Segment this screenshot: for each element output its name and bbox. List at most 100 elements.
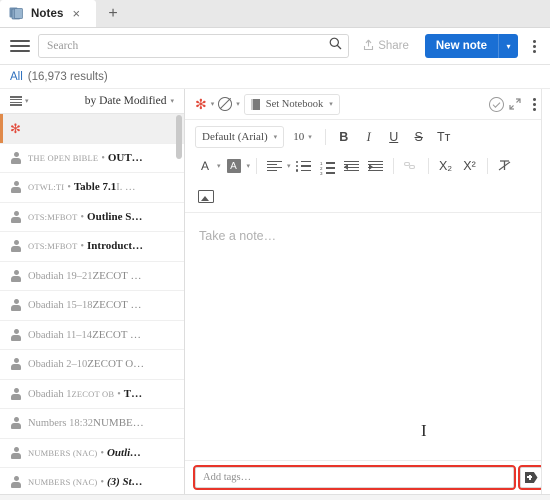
list-item[interactable]: Obadiah 15–18 ZECOT … xyxy=(0,291,184,321)
new-tab-button[interactable]: + xyxy=(96,0,130,27)
list-item[interactable]: Numbers 18:32 NUMBE… xyxy=(0,409,184,439)
text-color-button[interactable]: A xyxy=(195,156,215,176)
align-left-icon[interactable] xyxy=(263,155,285,177)
add-tag-icon xyxy=(524,472,538,483)
resource-avatar-icon xyxy=(10,387,22,400)
superscript-button[interactable]: X² xyxy=(459,155,481,177)
list-item-title: Outline S… xyxy=(87,210,143,223)
note-list[interactable]: ✻ THE OPEN BIBLE • OUT… OTWL:TI • Table 7.1 I.… xyxy=(0,114,184,494)
list-item-title: Table 7.1 xyxy=(73,181,117,194)
notebook-icon xyxy=(250,98,260,110)
chevron-down-icon[interactable]: ▾ xyxy=(217,162,221,170)
hamburger-icon[interactable] xyxy=(10,38,30,54)
tab-label: Notes xyxy=(31,7,64,20)
chevron-down-icon[interactable]: ▾ xyxy=(498,34,518,58)
text-color-letter: A xyxy=(200,159,209,173)
set-notebook-button[interactable]: Set Notebook ▾ xyxy=(243,93,340,115)
new-note-button[interactable]: New note ▾ xyxy=(424,34,518,58)
list-item[interactable]: ✻ xyxy=(0,114,184,144)
right-edge-strip xyxy=(541,89,550,494)
star-flag-icon[interactable]: ✻ xyxy=(195,97,207,111)
add-tag-button[interactable] xyxy=(518,465,544,490)
font-size-selector[interactable]: 10 ▾ xyxy=(287,126,318,148)
clear-formatting-icon[interactable] xyxy=(494,155,516,177)
tab-notes[interactable]: Notes × xyxy=(0,0,96,27)
close-icon[interactable]: × xyxy=(70,7,82,20)
list-item-text: Obadiah 11–14 ZECOT … xyxy=(28,329,141,341)
results-bar: All (16,973 results) xyxy=(0,65,550,89)
list-item-source: Obadiah 15–18 xyxy=(28,300,93,312)
bulleted-list-icon[interactable] xyxy=(293,155,315,177)
list-item-title: Introduct… xyxy=(87,240,144,253)
chevron-down-icon: ▾ xyxy=(273,133,278,141)
divider xyxy=(392,158,394,174)
increase-indent-icon[interactable] xyxy=(365,155,387,177)
list-item-suffix: I. … xyxy=(116,182,136,194)
divider xyxy=(324,129,326,145)
list-item[interactable]: OTWL:TI • Table 7.1 I. … xyxy=(0,173,184,203)
list-item-separator: • xyxy=(80,241,85,253)
highlight-letter: A xyxy=(226,159,241,173)
chevron-down-icon: ▾ xyxy=(170,97,174,105)
tags-bar xyxy=(185,460,550,494)
list-item[interactable]: Obadiah 11–14 ZECOT … xyxy=(0,321,184,350)
list-item-text: NUMBERS (NAC) • Outli… xyxy=(28,447,141,459)
list-item[interactable]: Obadiah 2–10 ZECOT O… xyxy=(0,350,184,380)
no-entry-icon[interactable] xyxy=(218,97,233,111)
list-scrollbar-thumb[interactable] xyxy=(176,115,182,159)
list-view-icon[interactable]: ▾ xyxy=(10,96,29,106)
check-circle-icon[interactable] xyxy=(489,96,504,112)
numbered-list-icon[interactable]: 123 xyxy=(317,155,339,177)
list-item[interactable]: OTS:MFBOT • Introduct… xyxy=(0,232,184,262)
kebab-menu-icon[interactable] xyxy=(526,39,542,53)
chevron-down-icon[interactable]: ▾ xyxy=(211,100,215,108)
list-item-title: T… xyxy=(123,387,143,400)
list-item-source: THE OPEN BIBLE xyxy=(28,152,99,163)
list-item-source: NUMBERS (NAC) xyxy=(28,447,98,458)
list-item-title: NUMBE… xyxy=(93,417,144,430)
underline-button[interactable]: U xyxy=(383,126,405,148)
bold-button[interactable]: B xyxy=(333,126,355,148)
share-button[interactable]: Share xyxy=(357,36,417,57)
search-box[interactable] xyxy=(38,34,350,58)
chevron-down-icon[interactable]: ▾ xyxy=(287,162,291,170)
note-placeholder: Take a note… xyxy=(199,229,277,243)
list-item-text: THE OPEN BIBLE • OUT… xyxy=(28,152,143,164)
list-header: ▾ by Date Modified ▾ xyxy=(0,89,184,114)
decrease-indent-icon[interactable] xyxy=(341,155,363,177)
clear-format-button[interactable]: Tᴛ xyxy=(433,126,455,148)
list-item[interactable]: OTS:MFBOT • Outline S… xyxy=(0,203,184,232)
list-item[interactable]: THE OPEN BIBLE • OUT… xyxy=(0,144,184,173)
link-icon[interactable] xyxy=(400,155,422,177)
chevron-down-icon: ▾ xyxy=(308,133,312,141)
list-item[interactable]: Obadiah 1 ZECOT OB • T… xyxy=(0,380,184,409)
results-scope[interactable]: All xyxy=(10,71,23,83)
note-body[interactable]: Take a note… xyxy=(185,213,550,460)
divider xyxy=(486,158,488,174)
search-icon[interactable] xyxy=(329,37,342,55)
strikethrough-button[interactable]: S xyxy=(408,126,430,148)
note-header-bar: ✻ ▾ ▾ Set Notebook ▾ xyxy=(185,89,550,120)
chevron-down-icon[interactable]: ▾ xyxy=(247,162,251,170)
add-tags-input[interactable] xyxy=(203,472,506,483)
list-item[interactable]: Obadiah 19–21 ZECOT … xyxy=(0,262,184,291)
chevron-down-icon[interactable]: ▾ xyxy=(236,100,240,108)
list-item[interactable]: NUMBERS (NAC) • (3) St… xyxy=(0,468,184,494)
highlight-button[interactable]: A xyxy=(223,155,245,177)
notes-application-window: Notes × + Share New note ▾ All (16,973 r… xyxy=(0,0,550,500)
search-input[interactable] xyxy=(47,40,330,52)
notes-stack-icon xyxy=(9,6,24,21)
italic-button[interactable]: I xyxy=(358,126,380,148)
subscript-button[interactable]: X₂ xyxy=(435,155,457,177)
list-item[interactable]: NUMBERS (NAC) • Outli… xyxy=(0,439,184,468)
list-item-separator: • xyxy=(117,388,121,400)
font-family-selector[interactable]: Default (Arial) ▾ xyxy=(195,126,285,148)
kebab-menu-icon[interactable] xyxy=(526,97,542,111)
expand-arrows-icon[interactable] xyxy=(508,97,522,111)
sort-selector[interactable]: by Date Modified ▾ xyxy=(29,95,176,107)
tags-input-wrapper[interactable] xyxy=(193,465,516,490)
resource-avatar-icon xyxy=(10,476,22,489)
list-item-source: Obadiah 1 xyxy=(28,388,72,400)
insert-image-icon[interactable] xyxy=(195,185,217,207)
resource-avatar-icon xyxy=(10,210,22,223)
